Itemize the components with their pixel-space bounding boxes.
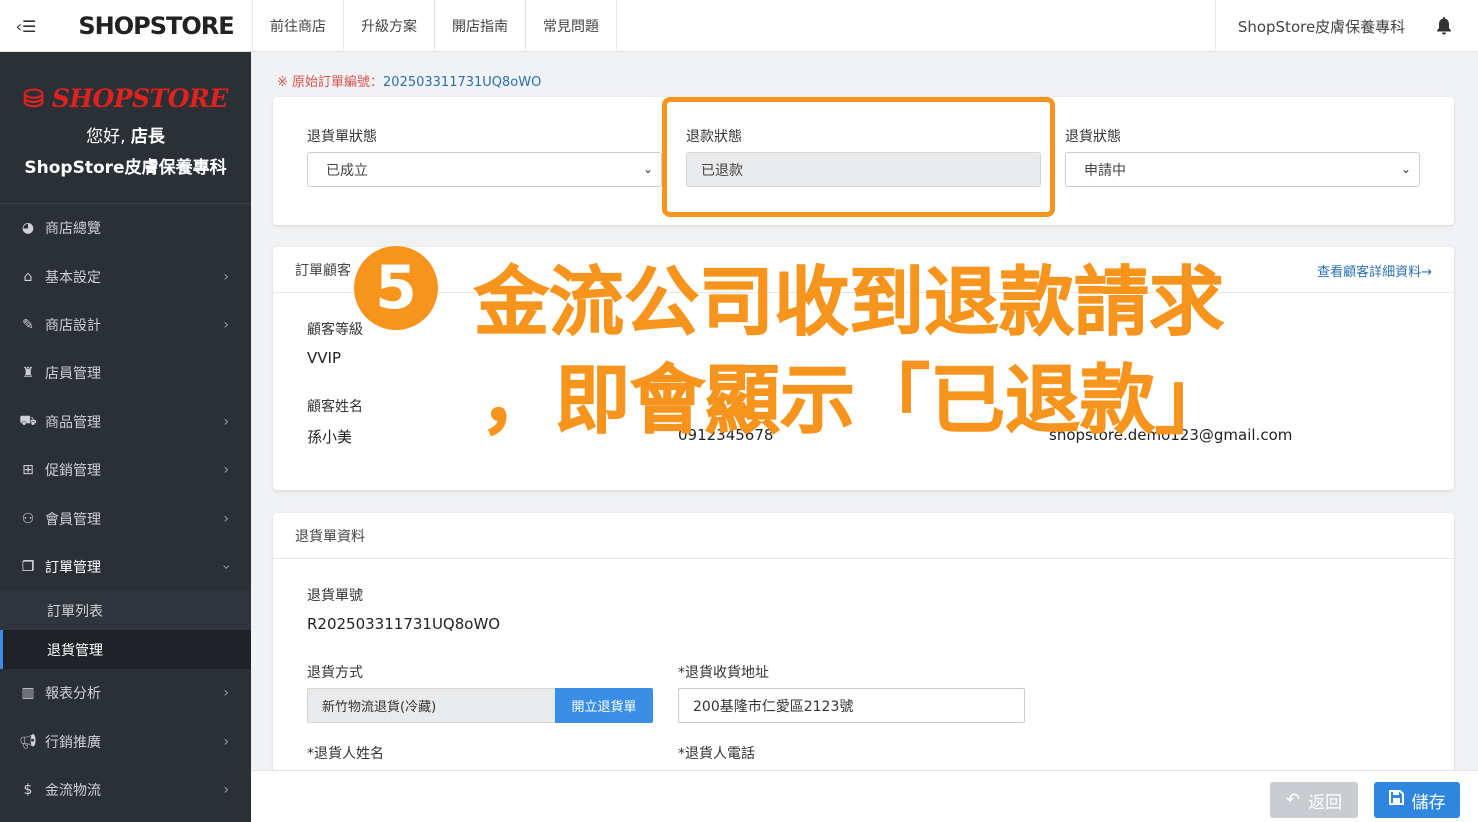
return-person-name-label: *退貨人姓名 xyxy=(307,746,384,762)
sidebar-item-staff[interactable]: ♜ 店員管理 xyxy=(0,349,251,397)
customer-level-label: 顧客等級 xyxy=(307,322,363,338)
return-order-status-label: 退貨單狀態 xyxy=(307,129,377,145)
sidebar-toggle-button[interactable]: ‹☰ xyxy=(0,0,52,52)
copy-icon: ❐ xyxy=(21,558,35,575)
sidebar-item-reports[interactable]: ▥ 報表分析 › xyxy=(0,669,251,717)
bottom-action-bar: ↶ 返回 儲存 xyxy=(251,770,1478,822)
sidebar-item-overview[interactable]: ◕ 商店總覽 xyxy=(0,204,251,252)
annotation-line-2: ，即會顯示「已退款」 xyxy=(479,356,1231,445)
chevron-right-icon: › xyxy=(223,316,229,333)
save-button[interactable]: 儲存 xyxy=(1374,782,1460,818)
chevron-down-icon: ⌄ xyxy=(1400,162,1411,176)
sidebar-subitem-returns[interactable]: 退貨管理 xyxy=(0,630,251,670)
chevron-right-icon: › xyxy=(223,413,229,430)
reply-arrow-icon: ↶ xyxy=(1285,790,1301,810)
return-status-label: 退貨狀態 xyxy=(1065,129,1121,145)
menu-collapse-icon: ‹☰ xyxy=(15,16,37,36)
user-lock-icon: ♜ xyxy=(21,365,35,382)
nav-faq[interactable]: 常見問題 xyxy=(525,0,617,52)
nav-upgrade[interactable]: 升級方案 xyxy=(343,0,434,52)
sidebar-item-orders[interactable]: ❐ 訂單管理 › xyxy=(0,543,251,591)
return-person-phone-label: *退貨人電話 xyxy=(678,746,755,762)
sidebar: ⛁ SHOPSTORE 您好, 店長 ShopStore皮膚保養專科 ◕ 商店總… xyxy=(0,52,251,822)
sidebar-subitem-order-list[interactable]: 訂單列表 xyxy=(0,591,251,631)
sidebar-header: ⛁ SHOPSTORE 您好, 店長 ShopStore皮膚保養專科 xyxy=(0,52,251,204)
customer-name-label: 顧客姓名 xyxy=(307,399,363,415)
chevron-right-icon: › xyxy=(223,733,229,750)
store-name-menu[interactable]: ShopStore皮膚保養專科 xyxy=(1215,0,1427,52)
return-number-label: 退貨單號 xyxy=(307,588,363,604)
chevron-down-icon: ⌄ xyxy=(642,162,653,176)
users-icon: ⚇ xyxy=(21,510,35,527)
bank-icon: ⌂ xyxy=(23,268,33,285)
create-return-order-button[interactable]: 開立退貨單 xyxy=(555,688,653,723)
customer-level-value: VVIP xyxy=(307,349,341,367)
cart-icon: ⛟ xyxy=(19,412,37,429)
header-logo[interactable]: SHOPSTORE xyxy=(60,0,252,52)
original-order-number: ※ 原始訂單編號：202503311731UQ8oWO xyxy=(277,75,542,90)
return-address-label: *退貨收貨地址 xyxy=(678,665,769,681)
gift-icon: ⊞ xyxy=(22,462,34,479)
bullhorn-icon: 📢︎ xyxy=(19,733,37,750)
top-header: ‹☰ SHOPSTORE 前往商店 升級方案 開店指南 常見問題 ShopSto… xyxy=(0,0,1478,52)
return-info-title: 退貨單資料 xyxy=(273,513,1454,559)
floppy-disk-icon xyxy=(1388,790,1404,810)
back-button[interactable]: ↶ 返回 xyxy=(1270,782,1358,818)
return-number-value: R202503311731UQ8oWO xyxy=(307,615,501,633)
greeting: 您好, 店長 xyxy=(86,127,165,147)
annotation-line-1: 金流公司收到退款請求 xyxy=(473,258,1225,347)
return-order-status-select[interactable]: 已成立 ⌄ xyxy=(307,152,662,187)
sidebar-item-marketing[interactable]: 📢︎ 行銷推廣 › xyxy=(0,718,251,766)
bar-chart-icon: ▥ xyxy=(21,685,35,702)
return-info-card: 退貨單資料 退貨單號 R202503311731UQ8oWO 退貨方式 新竹物流… xyxy=(273,513,1454,783)
sidebar-item-store-design[interactable]: ✎ 商店設計 › xyxy=(0,301,251,349)
return-address-input[interactable]: 200基隆市仁愛區2123號 xyxy=(678,688,1025,723)
top-nav: 前往商店 升級方案 開店指南 常見問題 xyxy=(252,0,617,52)
sidebar-item-promotions[interactable]: ⊞ 促銷管理 › xyxy=(0,446,251,494)
return-method-label: 退貨方式 xyxy=(307,665,363,681)
sidebar-item-products[interactable]: ⛟ 商品管理 › xyxy=(0,398,251,446)
magic-wand-icon: ✎ xyxy=(22,316,34,333)
sidebar-item-payment-logistics[interactable]: $ 金流物流 › xyxy=(0,766,251,814)
sidebar-item-members[interactable]: ⚇ 會員管理 › xyxy=(0,494,251,542)
sidebar-store-name: ShopStore皮膚保養專科 xyxy=(24,158,227,178)
nav-go-store[interactable]: 前往商店 xyxy=(252,0,343,52)
step-number-badge: 5 xyxy=(354,246,438,330)
return-status-select[interactable]: 申請中 ⌄ xyxy=(1065,152,1420,187)
notification-bell-icon[interactable] xyxy=(1429,0,1459,52)
customer-name-value: 孫小美 xyxy=(307,428,353,446)
dollar-icon: $ xyxy=(23,782,33,799)
nav-guide[interactable]: 開店指南 xyxy=(434,0,525,52)
chevron-right-icon: › xyxy=(223,268,229,285)
chevron-right-icon: › xyxy=(223,782,229,799)
sidebar-logo: ⛁ SHOPSTORE xyxy=(23,84,228,113)
chevron-right-icon: › xyxy=(223,462,229,479)
chevron-right-icon: › xyxy=(223,510,229,527)
refund-status-highlight xyxy=(662,97,1055,217)
return-method-field: 新竹物流退貨(冷藏) xyxy=(307,688,556,723)
dashboard-icon: ◕ xyxy=(21,220,35,237)
chevron-right-icon: › xyxy=(223,685,229,702)
sidebar-item-basic-settings[interactable]: ⌂ 基本設定 › xyxy=(0,252,251,300)
chevron-down-icon: › xyxy=(218,564,235,570)
customer-detail-link[interactable]: 查看顧客詳細資料→ xyxy=(1317,261,1432,280)
